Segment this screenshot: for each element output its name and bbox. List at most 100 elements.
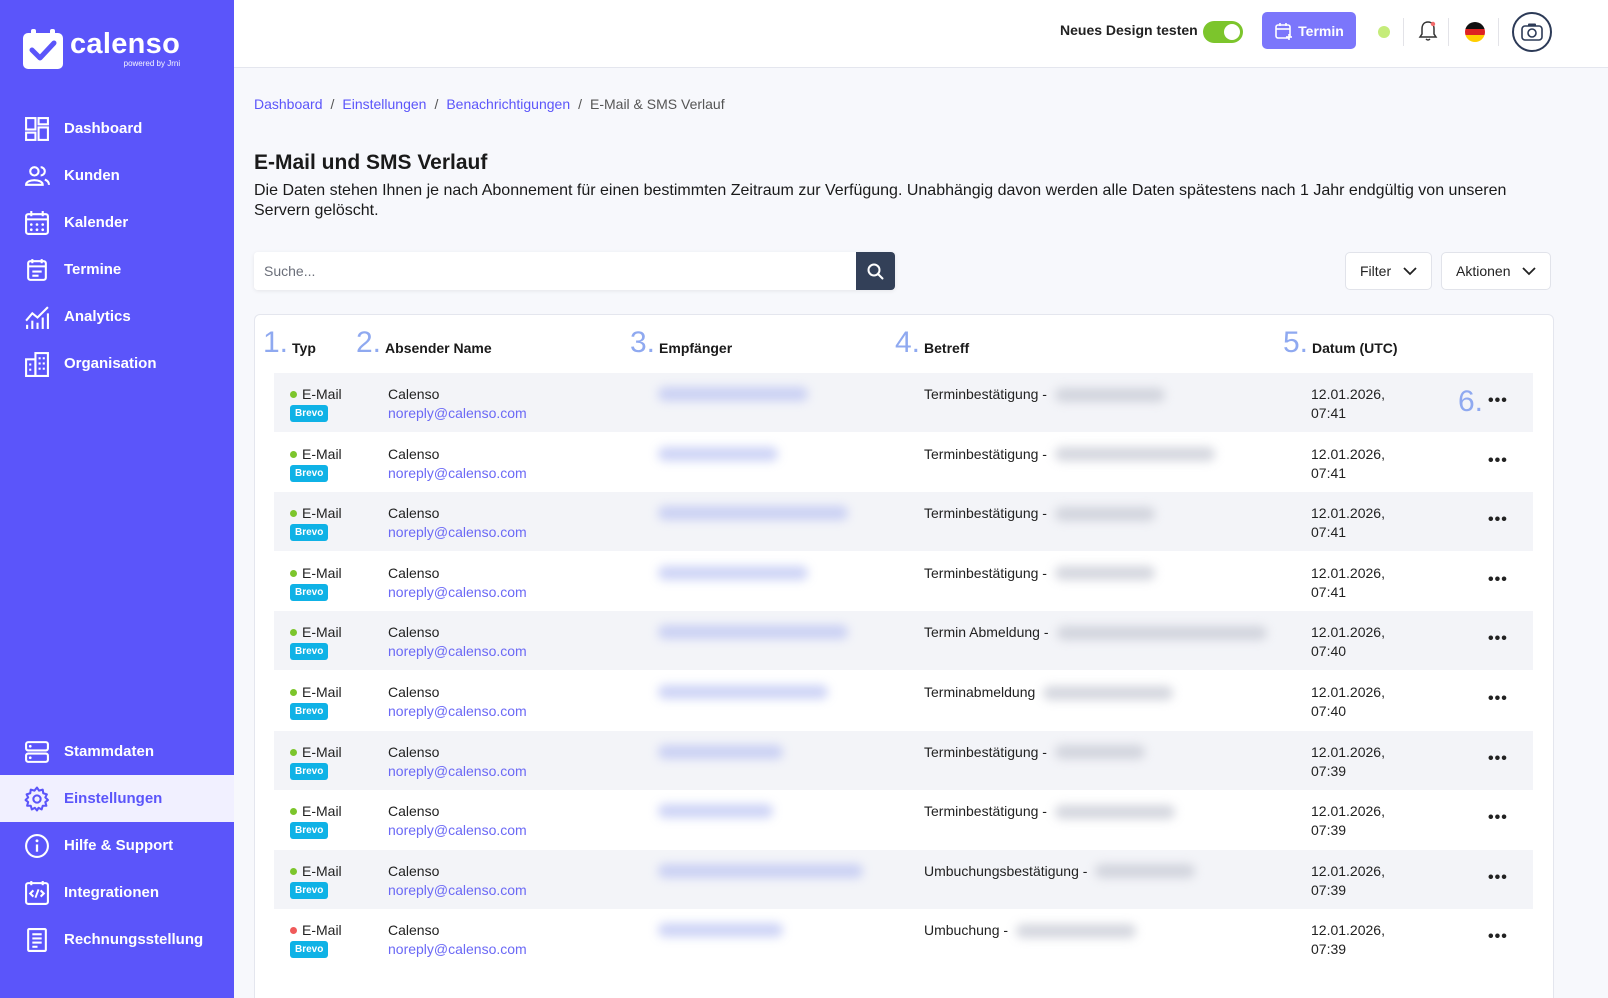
divider	[1448, 18, 1449, 46]
column-header[interactable]: 3. Empfänger	[630, 328, 732, 358]
annotation-number: 6.	[1458, 385, 1484, 418]
more-actions-icon[interactable]: •••	[1488, 630, 1508, 648]
column-header[interactable]: 2. Absender Name	[356, 328, 492, 358]
sidebar-item-kunden[interactable]: Kunden	[0, 152, 234, 199]
breadcrumb-einstellungen[interactable]: Einstellungen	[342, 96, 426, 112]
column-header[interactable]: 5. Datum (UTC)	[1283, 328, 1398, 358]
sidebar-item-organisation[interactable]: Organisation	[0, 340, 234, 387]
new-appointment-button[interactable]: Termin	[1262, 12, 1356, 49]
table-row[interactable]: E-Mail Brevo Calenso noreply@calenso.com Umb…	[274, 909, 1533, 968]
column-label: Empfänger	[659, 340, 733, 356]
recipient-redacted	[658, 863, 863, 878]
status-dot-icon	[290, 569, 297, 577]
column-label: Typ	[292, 340, 316, 356]
sidebar-item-stammdaten[interactable]: Stammdaten	[0, 728, 234, 775]
search-button[interactable]	[856, 252, 895, 290]
sidebar-item-rechnung[interactable]: Rechnungsstellung	[0, 916, 234, 963]
german-flag-icon[interactable]	[1465, 22, 1485, 42]
search-input[interactable]	[254, 252, 856, 290]
more-actions-icon[interactable]: •••	[1488, 928, 1508, 946]
sender-email-link[interactable]: noreply@calenso.com	[388, 762, 527, 781]
column-header[interactable]: 1. Typ	[263, 328, 316, 358]
new-design-toggle[interactable]	[1203, 21, 1243, 43]
more-actions-icon[interactable]: •••	[1488, 571, 1508, 589]
sender-email-link[interactable]: noreply@calenso.com	[388, 881, 527, 900]
more-actions-icon[interactable]: •••	[1488, 452, 1508, 470]
table-row[interactable]: E-Mail Brevo Calenso noreply@calenso.com Ter…	[274, 373, 1533, 432]
more-actions-icon[interactable]: •••	[1488, 690, 1508, 708]
online-status-icon	[1378, 26, 1390, 38]
subject-cell: Terminbestätigung -	[924, 445, 1215, 464]
recipient-redacted	[658, 446, 778, 461]
sender-name: Calenso	[388, 862, 440, 879]
sender-name: Calenso	[388, 445, 440, 462]
avatar[interactable]	[1512, 12, 1552, 52]
column-header[interactable]: 4. Betreff	[895, 328, 969, 358]
sender-email-link[interactable]: noreply@calenso.com	[388, 523, 527, 542]
table-row[interactable]: E-Mail Brevo Calenso noreply@calenso.com Ter…	[274, 611, 1533, 671]
subject-cell: Umbuchungsbestätigung -	[924, 862, 1196, 881]
recipient-redacted	[658, 804, 773, 819]
more-actions-icon[interactable]: •••	[1488, 392, 1508, 410]
sender-name: Calenso	[388, 505, 440, 522]
sender-email-link[interactable]: noreply@calenso.com	[388, 404, 527, 423]
date-text: 12.01.2026,	[1311, 803, 1385, 820]
sidebar-item-hilfe[interactable]: Hilfe & Support	[0, 822, 234, 869]
actions-dropdown[interactable]: Aktionen	[1441, 252, 1552, 290]
subject-cell: Terminabmeldung	[924, 683, 1174, 702]
table-row[interactable]: E-Mail Brevo Calenso noreply@calenso.com Ter…	[274, 671, 1533, 730]
sender-email-link[interactable]: noreply@calenso.com	[388, 583, 527, 602]
sidebar-item-analytics[interactable]: Analytics	[0, 293, 234, 340]
subject-redacted	[1016, 923, 1137, 938]
sender-email-link[interactable]: noreply@calenso.com	[388, 821, 527, 840]
chart-icon	[24, 304, 50, 330]
sidebar-item-integrationen[interactable]: Integrationen	[0, 869, 234, 916]
calendar-plus-icon	[1275, 22, 1293, 40]
date-text: 12.01.2026,	[1311, 743, 1385, 760]
sender-name: Calenso	[388, 803, 440, 820]
table-row[interactable]: E-Mail Brevo Calenso noreply@calenso.com Ter…	[274, 730, 1533, 790]
breadcrumb-dashboard[interactable]: Dashboard	[254, 96, 323, 112]
subject-text: Termin Abmeldung -	[924, 624, 1049, 641]
sender-email-link[interactable]: noreply@calenso.com	[388, 464, 527, 483]
sender-email-link[interactable]: noreply@calenso.com	[388, 702, 527, 721]
calenso-logo[interactable]: calenso powered by Jrni	[22, 28, 180, 70]
table-row[interactable]: E-Mail Brevo Calenso noreply@calenso.com Ter…	[274, 552, 1533, 611]
sidebar: calenso powered by Jrni Dashboard Kunden K…	[0, 0, 234, 998]
notification-bell-icon[interactable]	[1418, 20, 1438, 42]
more-actions-icon[interactable]: •••	[1488, 809, 1508, 827]
annotation-number: 4.	[895, 326, 921, 359]
sidebar-item-label: Organisation	[64, 355, 157, 372]
sender-email-link[interactable]: noreply@calenso.com	[388, 940, 527, 959]
message-type-label: E-Mail	[302, 922, 342, 939]
chevron-down-icon	[1522, 266, 1537, 275]
subject-cell: Terminbestätigung -	[924, 743, 1145, 762]
subject-text: Umbuchungsbestätigung -	[924, 862, 1088, 879]
sender-email-link[interactable]: noreply@calenso.com	[388, 642, 527, 661]
date-text: 12.01.2026,	[1311, 862, 1385, 879]
status-dot-icon	[290, 450, 297, 458]
sidebar-item-label: Stammdaten	[64, 743, 155, 760]
recipient-redacted	[658, 565, 808, 580]
table-row[interactable]: E-Mail Brevo Calenso noreply@calenso.com Ter…	[274, 492, 1533, 552]
message-type-label: E-Mail	[302, 862, 342, 879]
dashboard-icon	[24, 116, 50, 142]
date-text: 12.01.2026,	[1311, 445, 1385, 462]
table-row[interactable]: E-Mail Brevo Calenso noreply@calenso.com Ter…	[274, 433, 1533, 492]
sidebar-item-termine[interactable]: Termine	[0, 246, 234, 293]
filter-dropdown[interactable]: Filter	[1345, 252, 1433, 290]
breadcrumb-benachrichtigungen[interactable]: Benachrichtigungen	[446, 96, 570, 112]
recipient-redacted	[658, 506, 848, 521]
table-row[interactable]: E-Mail Brevo Calenso noreply@calenso.com Ter…	[274, 790, 1533, 849]
sidebar-item-kalender[interactable]: Kalender	[0, 199, 234, 246]
divider	[1498, 18, 1499, 46]
sidebar-item-einstellungen[interactable]: Einstellungen	[0, 775, 234, 822]
status-dot-icon	[290, 391, 297, 398]
more-actions-icon[interactable]: •••	[1488, 750, 1508, 768]
subject-cell: Umbuchung -	[924, 921, 1137, 940]
more-actions-icon[interactable]: •••	[1488, 869, 1508, 887]
more-actions-icon[interactable]: •••	[1488, 511, 1508, 529]
table-row[interactable]: E-Mail Brevo Calenso noreply@calenso.com Umb…	[274, 849, 1533, 909]
invoice-icon	[24, 927, 50, 953]
sidebar-item-dashboard[interactable]: Dashboard	[0, 105, 234, 152]
